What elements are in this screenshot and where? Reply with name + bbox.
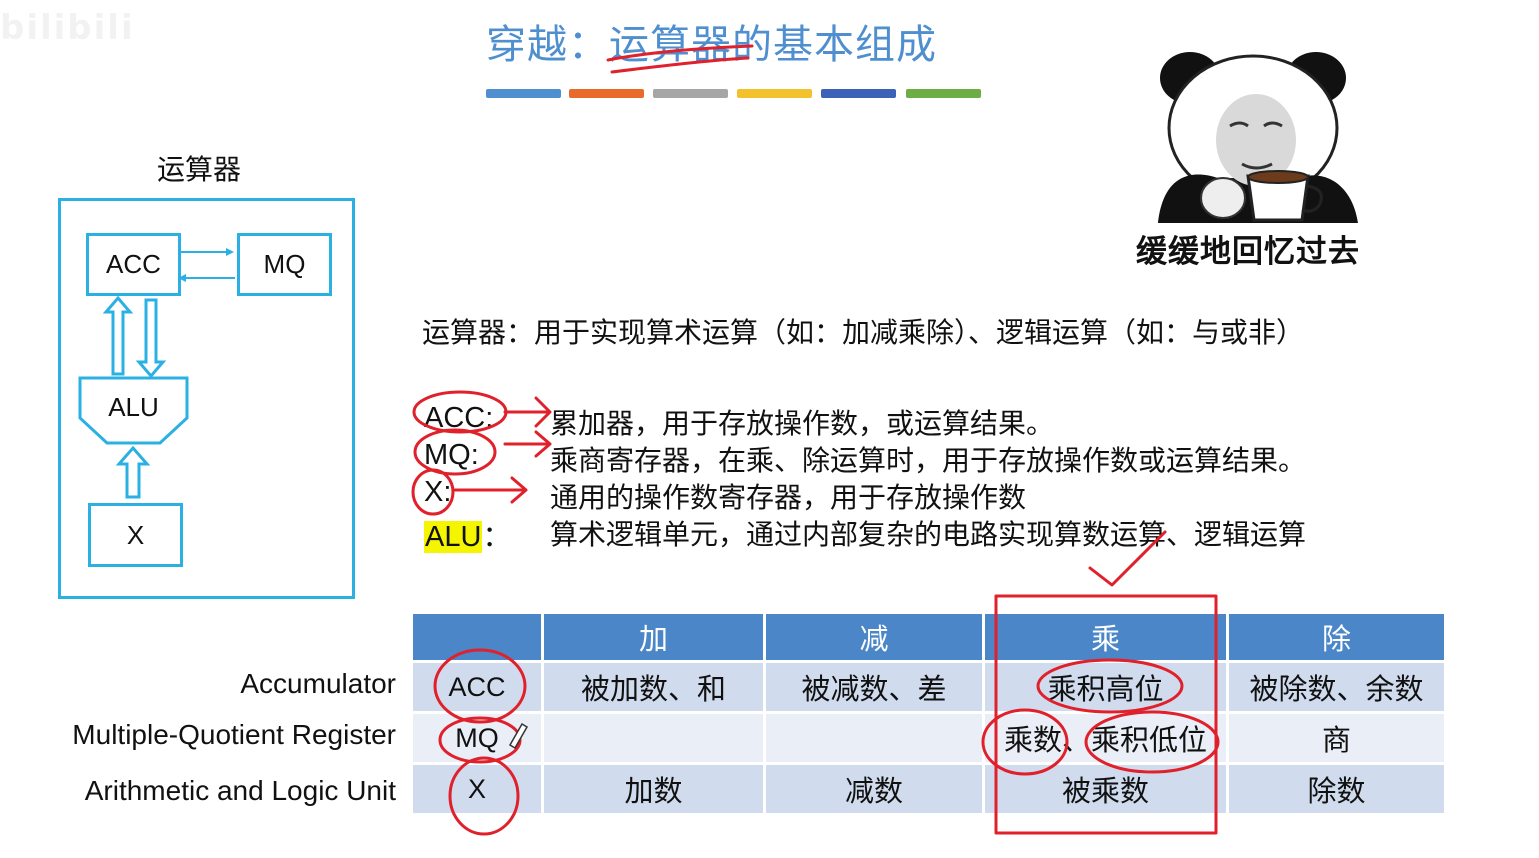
table-header-mul: 乘 xyxy=(985,614,1226,660)
table-header-corner xyxy=(413,614,541,660)
x-description: 通用的操作数寄存器，用于存放操作数 xyxy=(550,481,1027,514)
mq-term: MQ: xyxy=(424,439,479,471)
table-row-acc-reg: ACC xyxy=(413,663,541,711)
title-underline-bar-2 xyxy=(569,89,644,98)
title-underline-bar-5 xyxy=(821,89,896,98)
table-row-mq-mul: 乘数、乘积低位 xyxy=(985,714,1226,762)
alu-description: 算术逻辑单元，通过内部复杂的电路实现算数运算、逻辑运算 xyxy=(550,518,1307,551)
table-row-x-add: 加数 xyxy=(544,765,763,813)
mq-register-box: MQ xyxy=(237,233,332,296)
acc-term: ACC: xyxy=(424,402,494,434)
watermark: bilibili xyxy=(0,8,135,48)
table-row-mq-div: 商 xyxy=(1229,714,1444,762)
x-arrow xyxy=(453,476,528,504)
table-row-mq-reg: MQ xyxy=(413,714,541,762)
alu-label: ALU xyxy=(108,392,159,422)
alu-definition: 运算器：用于实现算术运算（如：加减乘除）、逻辑运算（如：与或非） xyxy=(422,316,1305,349)
page-title: 穿越：运算器的基本组成 xyxy=(486,12,937,70)
x-term: X: xyxy=(424,476,452,508)
diagram-caption: 运算器 xyxy=(157,153,242,186)
mq-arrow xyxy=(503,430,552,458)
table-row-acc-add: 被加数、和 xyxy=(544,663,763,711)
mq-description: 乘商寄存器，在乘、除运算时，用于存放操作数或运算结果。 xyxy=(550,444,1307,477)
table-row-acc-div: 被除数、余数 xyxy=(1229,663,1444,711)
table-header-add: 加 xyxy=(544,614,763,660)
table-header-sub: 减 xyxy=(766,614,982,660)
x-register-box: X xyxy=(88,503,183,567)
title-underline-bar-3 xyxy=(653,89,728,98)
table-header-div: 除 xyxy=(1229,614,1444,660)
title-underline-bar-1 xyxy=(486,89,561,98)
row-label-alu: Arithmetic and Logic Unit xyxy=(84,775,396,806)
title-underline-bar-6 xyxy=(906,89,981,98)
table-row-x-mul: 被乘数 xyxy=(985,765,1226,813)
table-row-x-div: 除数 xyxy=(1229,765,1444,813)
table-row-x-reg: X xyxy=(413,765,541,813)
alu-term-colon: ： xyxy=(482,521,512,553)
row-label-accumulator: Accumulator xyxy=(240,668,396,699)
alu-term: ALU： xyxy=(424,513,511,555)
table-row-acc-sub: 被减数、差 xyxy=(766,663,982,711)
alu-term-highlight: ALU xyxy=(424,521,483,553)
panda-meme-image xyxy=(1158,52,1358,223)
acc-description: 累加器，用于存放操作数，或运算结果。 xyxy=(550,407,1055,440)
acc-register-box: ACC xyxy=(86,233,181,296)
title-underline-bar-4 xyxy=(737,89,812,98)
table-row-x-sub: 减数 xyxy=(766,765,982,813)
table-row-mq-add xyxy=(544,714,763,762)
title-prefix: 穿越： xyxy=(486,22,609,68)
row-label-mq-register: Multiple-Quotient Register xyxy=(72,719,396,750)
acc-arrow xyxy=(503,396,552,428)
table-row-acc-mul: 乘积高位 xyxy=(985,663,1226,711)
table-row-mq-sub xyxy=(766,714,982,762)
meme-caption: 缓缓地回忆过去 xyxy=(1136,234,1360,270)
title-main: 运算器的基本组成 xyxy=(609,22,937,68)
